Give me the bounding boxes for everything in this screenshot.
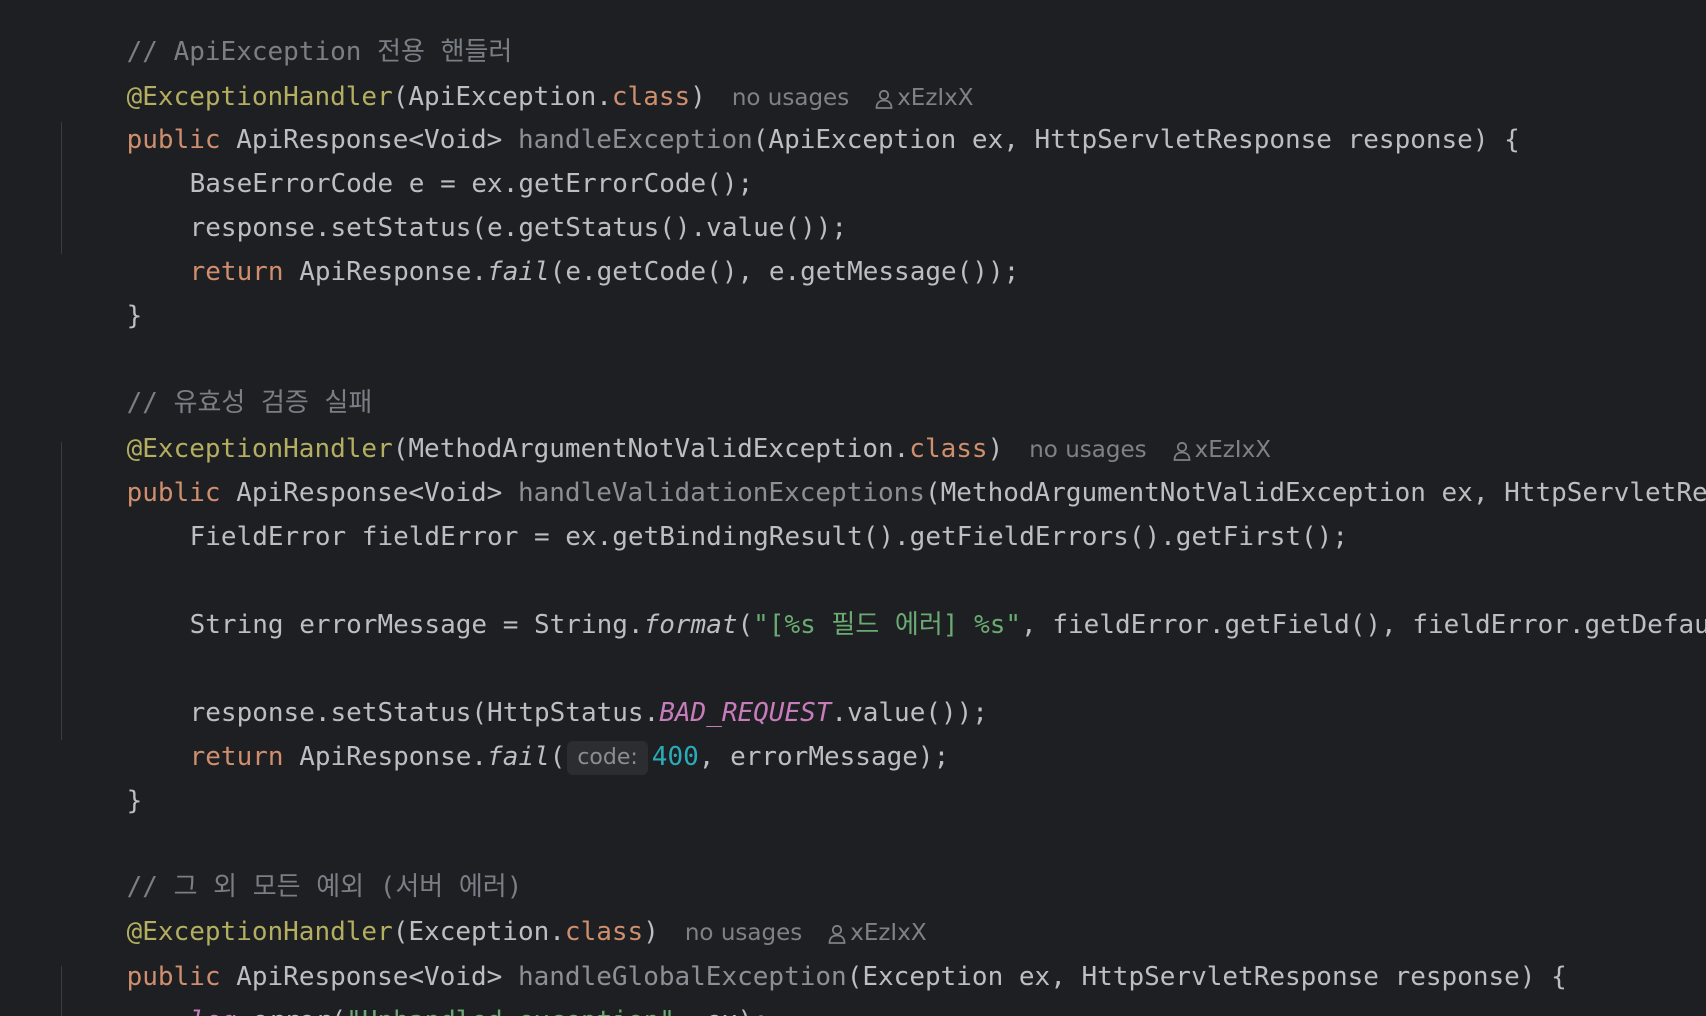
static-method: format [643,610,738,640]
code-line[interactable]: @ExceptionHandler(Exception.class) no usa… [64,872,927,947]
indent-guide [61,442,62,740]
code-text: ApiResponse. [283,257,488,287]
code-line[interactable]: } [64,256,143,331]
code-text: String errorMessage = String. [189,610,644,640]
code-line[interactable]: } [64,741,143,816]
code-line[interactable]: public ApiResponse<Void> handleException… [64,80,1520,155]
code-text: , fieldError.getField(), fieldError.getD… [1021,610,1706,640]
code-line[interactable]: // ApiException 전용 핸들러 [64,0,513,67]
code-line[interactable]: BaseErrorCode e = ex.getErrorCode(); [127,124,754,199]
code-line[interactable]: public ApiResponse<Void> handleValidatio… [64,433,1706,508]
code-line[interactable]: @ExceptionHandler(MethodArgumentNotValid… [64,389,1271,464]
code-line[interactable]: return ApiResponse.fail(code: 400, errorM… [127,697,949,775]
code-line[interactable]: public ApiResponse<Void> handleGlobalExc… [64,917,1567,992]
number-literal: 400 [651,742,699,772]
indent-guide [61,966,62,1016]
code-line[interactable]: @ExceptionHandler(ApiException.class) no … [64,37,974,112]
code-statement: FieldError fieldError = ex.getBindingRes… [189,522,1348,552]
string-literal: "Unhandled exception" [346,1006,675,1016]
code-line[interactable]: String errorMessage = String.format("[%s… [127,565,1706,640]
method-params: (ApiException ex, HttpServletResponse re… [752,125,1520,155]
parameter-hint: code: [567,741,648,775]
indent-guide [61,122,62,254]
code-editor[interactable]: // ApiException 전용 핸들러 @ExceptionHandler… [0,0,1706,1016]
code-text: .error( [237,1006,347,1016]
code-text: ApiResponse. [283,742,488,772]
code-line[interactable]: FieldError fieldError = ex.getBindingRes… [127,477,1348,552]
code-line[interactable]: log.error("Unhandled exception", ex); [127,961,769,1016]
code-line[interactable]: // 그 외 모든 예외 (서버 에러) [64,827,523,902]
code-text: ( [549,742,566,772]
closing-brace: } [126,301,143,331]
static-method: fail [487,742,550,772]
closing-brace: } [126,786,143,816]
code-text: , ex); [675,1006,769,1016]
return-keyword: return [189,257,284,287]
code-line[interactable]: response.setStatus(e.getStatus().value()… [127,168,847,243]
code-line[interactable]: // 유효성 검증 실패 [64,343,373,418]
code-text: (e.getCode(), e.getMessage()); [549,257,1020,287]
static-method: fail [487,257,550,287]
method-params: (Exception ex, HttpServletResponse respo… [846,962,1567,992]
code-line[interactable]: response.setStatus(HttpStatus.BAD_REQUES… [127,653,988,728]
return-keyword: return [189,742,284,772]
code-text: , errorMessage); [698,742,950,772]
log-field: log [190,1006,237,1016]
code-line[interactable]: return ApiResponse.fail(e.getCode(), e.g… [127,212,1020,287]
code-text: ( [737,610,754,640]
string-literal: "[%s 필드 에러] %s" [753,610,1022,640]
